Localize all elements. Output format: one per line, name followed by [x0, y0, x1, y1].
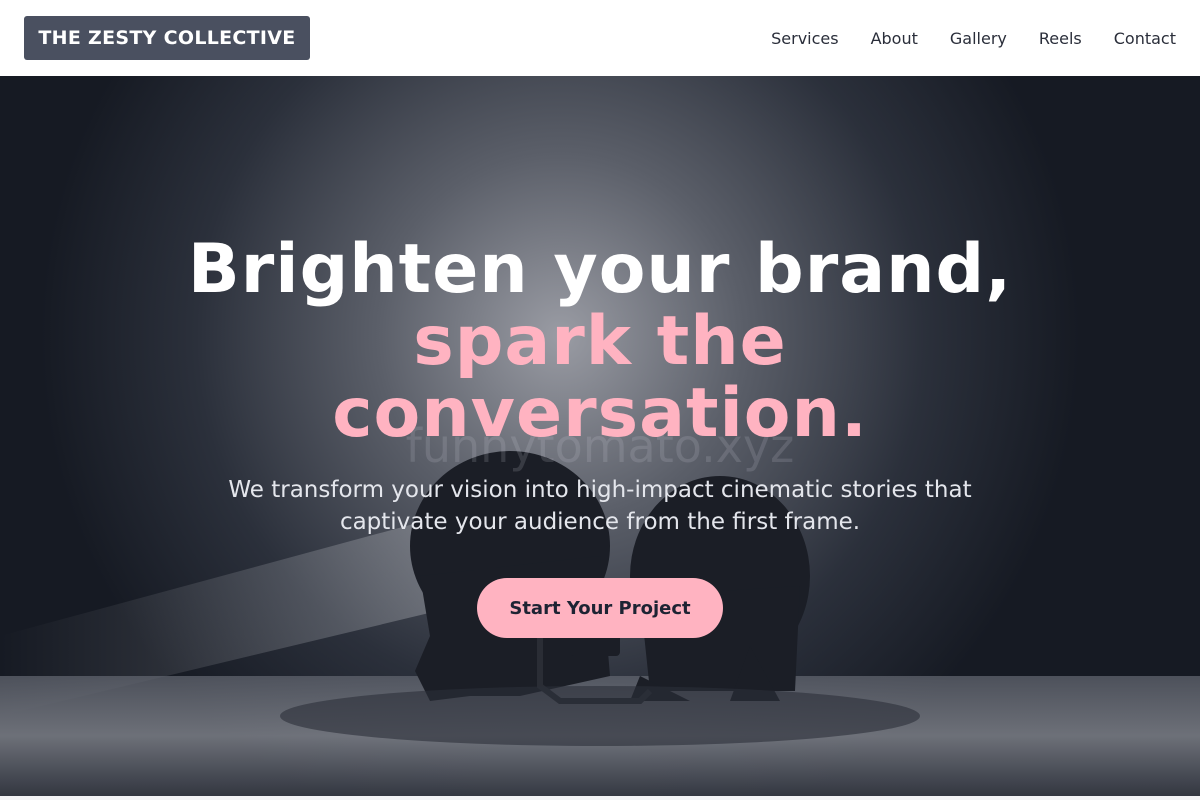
headline-line-1: Brighten your brand,	[187, 230, 1013, 309]
hero-subtext: We transform your vision into high-impac…	[228, 477, 972, 535]
start-project-button[interactable]: Start Your Project	[477, 578, 723, 638]
hero-section: funnytomato.xyz Brighten your brand, spa…	[0, 76, 1200, 796]
hero-headline: Brighten your brand, spark the conversat…	[0, 234, 1200, 450]
nav-link-contact[interactable]: Contact	[1114, 29, 1176, 48]
nav-link-services[interactable]: Services	[771, 29, 838, 48]
nav-link-reels[interactable]: Reels	[1039, 29, 1082, 48]
logo[interactable]: THE ZESTY COLLECTIVE	[24, 16, 310, 60]
headline-line-2: spark the	[413, 302, 787, 381]
nav-link-about[interactable]: About	[871, 29, 918, 48]
page-bottom-strip	[0, 796, 1200, 800]
site-header: THE ZESTY COLLECTIVE Services About Gall…	[0, 0, 1200, 76]
headline-line-3: conversation.	[332, 374, 868, 453]
nav-link-gallery[interactable]: Gallery	[950, 29, 1007, 48]
main-nav: Services About Gallery Reels Contact	[739, 29, 1176, 48]
